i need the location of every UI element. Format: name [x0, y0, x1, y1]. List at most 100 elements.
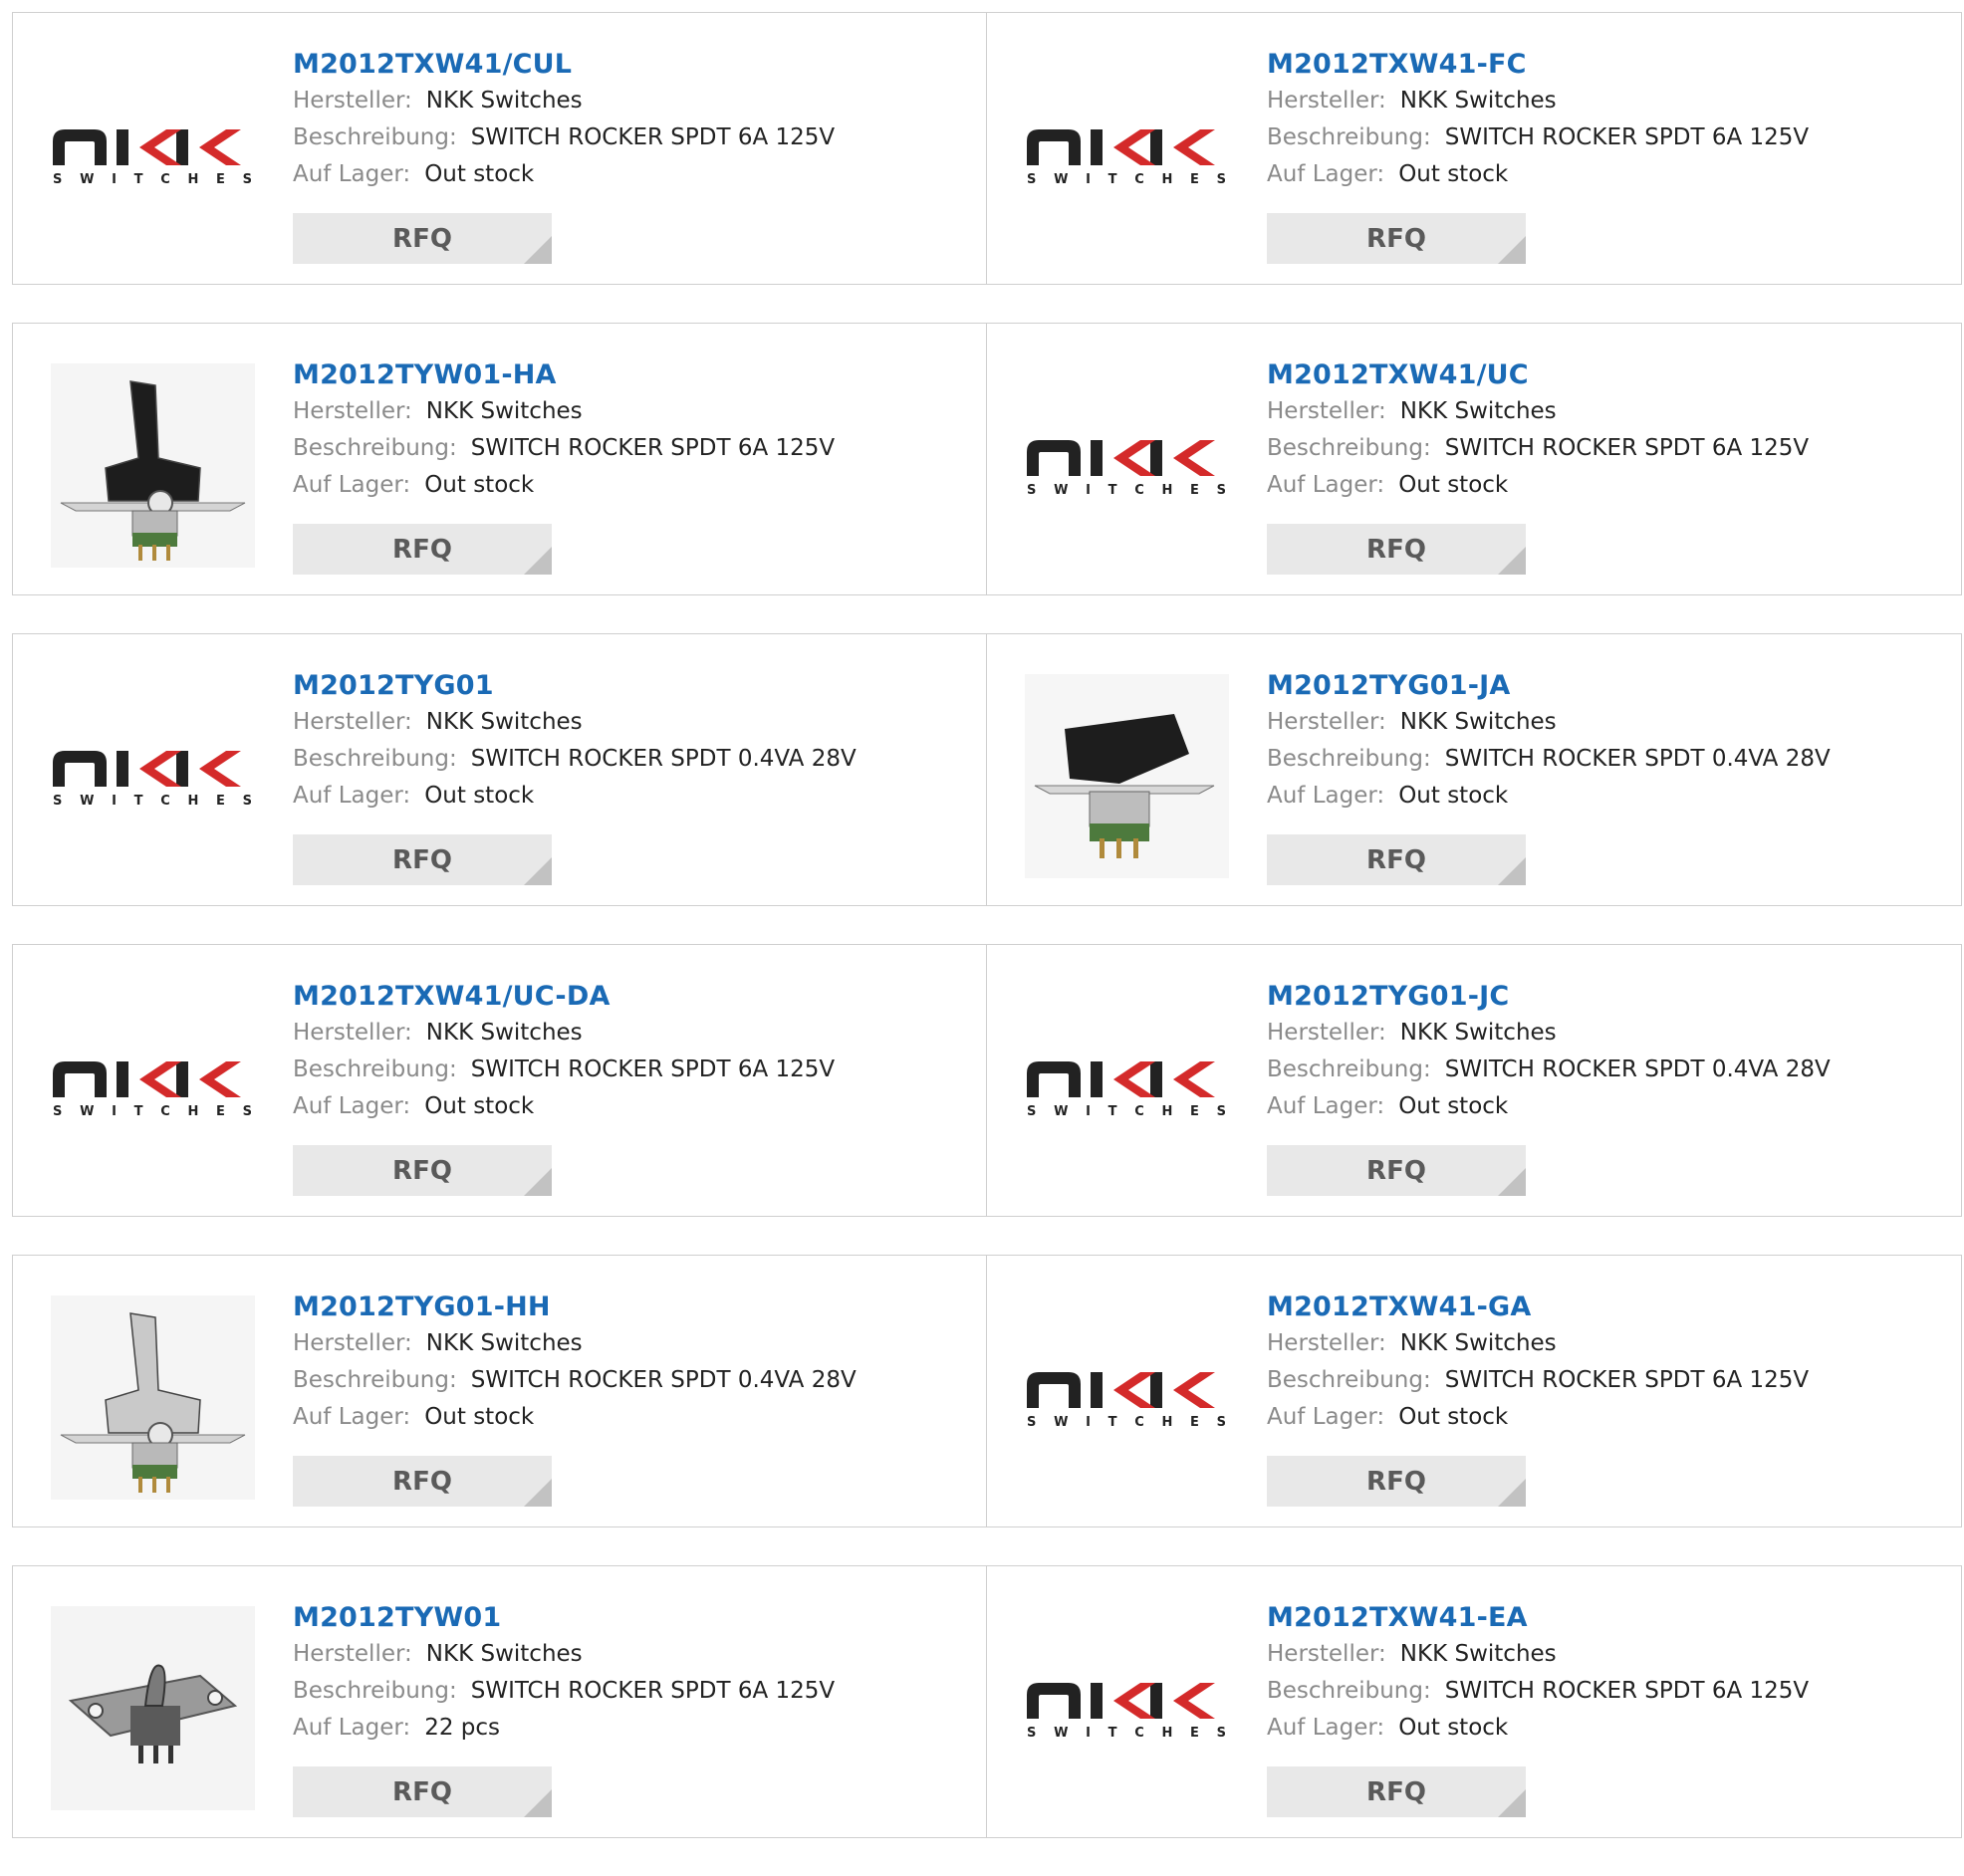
manufacturer-value: NKK Switches: [425, 398, 583, 424]
nkk-logo-image[interactable]: SWITCHES: [1025, 1295, 1229, 1500]
manufacturer-label: Hersteller:: [1267, 88, 1386, 114]
product-row: M2012TYW01 Hersteller: NKK Switches Besch…: [12, 1565, 1962, 1838]
product-title-link[interactable]: M2012TXW41/CUL: [293, 47, 966, 83]
description-value: SWITCH ROCKER SPDT 0.4VA 28V: [1444, 1056, 1831, 1082]
nkk-logo-image[interactable]: SWITCHES: [1025, 53, 1229, 257]
corner-triangle-icon: [1498, 1479, 1526, 1507]
nkk-logo-image[interactable]: SWITCHES: [51, 985, 255, 1189]
description-label: Beschreibung:: [1267, 124, 1431, 150]
product-title-link[interactable]: M2012TYW01: [293, 1600, 966, 1636]
product-info: M2012TXW41-GA Hersteller: NKK Switches Be…: [1267, 1290, 1941, 1436]
product-info: M2012TYG01-JA Hersteller: NKK Switches Be…: [1267, 668, 1941, 815]
manufacturer-row: Hersteller: NKK Switches: [293, 1325, 966, 1362]
rfq-button[interactable]: RFQ: [293, 1456, 552, 1507]
stock-value: Out stock: [1398, 472, 1509, 498]
corner-triangle-icon: [524, 1789, 552, 1817]
description-row: Beschreibung: SWITCH ROCKER SPDT 0.4VA 28…: [293, 1362, 966, 1399]
rfq-button[interactable]: RFQ: [293, 834, 552, 885]
product-title-link[interactable]: M2012TYG01-JC: [1267, 979, 1941, 1015]
product-card: SWITCHES M2012TXW41-EA Hersteller: NKK Sw…: [987, 1565, 1962, 1838]
svg-text:SWITCHES: SWITCHES: [1027, 1415, 1226, 1430]
rfq-label: RFQ: [1366, 223, 1426, 254]
rfq-button[interactable]: RFQ: [1267, 1456, 1526, 1507]
rfq-label: RFQ: [392, 223, 452, 254]
description-row: Beschreibung: SWITCH ROCKER SPDT 6A 125V: [1267, 119, 1941, 156]
stock-label: Auf Lager:: [293, 783, 411, 809]
product-title-link[interactable]: M2012TYG01-JA: [1267, 668, 1941, 704]
rfq-button[interactable]: RFQ: [1267, 1766, 1526, 1817]
stock-row: Auf Lager: Out stock: [293, 778, 966, 815]
rfq-label: RFQ: [1366, 844, 1426, 875]
product-card: SWITCHES M2012TXW41/UC Hersteller: NKK Sw…: [987, 323, 1962, 595]
description-value: SWITCH ROCKER SPDT 6A 125V: [1444, 1367, 1810, 1393]
manufacturer-label: Hersteller:: [1267, 709, 1386, 735]
manufacturer-value: NKK Switches: [1399, 88, 1557, 114]
nkk-logo-icon: SWITCHES: [53, 1060, 252, 1119]
switch-photo-image[interactable]: [51, 1606, 255, 1810]
stock-value: Out stock: [1398, 1715, 1509, 1741]
description-row: Beschreibung: SWITCH ROCKER SPDT 0.4VA 28…: [1267, 1052, 1941, 1088]
switch-photo-image[interactable]: [1025, 674, 1229, 878]
rfq-button[interactable]: RFQ: [1267, 524, 1526, 575]
manufacturer-row: Hersteller: NKK Switches: [1267, 1636, 1941, 1673]
stock-value: 22 pcs: [424, 1715, 500, 1741]
description-label: Beschreibung:: [293, 1367, 457, 1393]
nkk-logo-image[interactable]: SWITCHES: [1025, 1606, 1229, 1810]
rfq-button[interactable]: RFQ: [293, 213, 552, 264]
nkk-logo-image[interactable]: SWITCHES: [1025, 363, 1229, 568]
rfq-button[interactable]: RFQ: [1267, 213, 1526, 264]
manufacturer-label: Hersteller:: [1267, 1330, 1386, 1356]
nkk-logo-image[interactable]: SWITCHES: [1025, 985, 1229, 1189]
product-title-link[interactable]: M2012TXW41-EA: [1267, 1600, 1941, 1636]
manufacturer-value: NKK Switches: [1399, 1020, 1557, 1046]
product-title-link[interactable]: M2012TXW41-FC: [1267, 47, 1941, 83]
product-title-link[interactable]: M2012TYG01: [293, 668, 966, 704]
manufacturer-label: Hersteller:: [293, 1641, 412, 1667]
stock-value: Out stock: [1398, 783, 1509, 809]
switch-photo-image[interactable]: [51, 363, 255, 568]
description-row: Beschreibung: SWITCH ROCKER SPDT 6A 125V: [293, 1673, 966, 1710]
product-card: M2012TYG01-HH Hersteller: NKK Switches Be…: [12, 1255, 987, 1527]
nkk-logo-icon: SWITCHES: [1027, 1371, 1226, 1430]
product-title-link[interactable]: M2012TXW41/UC: [1267, 357, 1941, 393]
description-row: Beschreibung: SWITCH ROCKER SPDT 0.4VA 28…: [1267, 741, 1941, 778]
stock-row: Auf Lager: Out stock: [1267, 778, 1941, 815]
rfq-button[interactable]: RFQ: [1267, 1145, 1526, 1196]
description-row: Beschreibung: SWITCH ROCKER SPDT 6A 125V: [293, 1052, 966, 1088]
stock-label: Auf Lager:: [1267, 1404, 1385, 1430]
description-label: Beschreibung:: [1267, 1678, 1431, 1704]
product-card: SWITCHES M2012TXW41/UC-DA Hersteller: NKK…: [12, 944, 987, 1217]
rfq-button[interactable]: RFQ: [293, 1145, 552, 1196]
stock-value: Out stock: [424, 783, 535, 809]
nkk-logo-image[interactable]: SWITCHES: [51, 53, 255, 257]
switch-photo-image[interactable]: [51, 1295, 255, 1500]
corner-triangle-icon: [524, 857, 552, 885]
rfq-label: RFQ: [1366, 1155, 1426, 1186]
product-title-link[interactable]: M2012TYG01-HH: [293, 1290, 966, 1325]
manufacturer-row: Hersteller: NKK Switches: [293, 393, 966, 430]
product-title-link[interactable]: M2012TXW41-GA: [1267, 1290, 1941, 1325]
product-row: SWITCHES M2012TYG01 Hersteller: NKK Switc…: [12, 633, 1962, 906]
product-info: M2012TXW41-EA Hersteller: NKK Switches Be…: [1267, 1600, 1941, 1747]
corner-triangle-icon: [1498, 1789, 1526, 1817]
product-title-link[interactable]: M2012TYW01-HA: [293, 357, 966, 393]
product-grid: SWITCHES M2012TXW41/CUL Hersteller: NKK S…: [12, 12, 1962, 1876]
rfq-button[interactable]: RFQ: [293, 524, 552, 575]
description-value: SWITCH ROCKER SPDT 6A 125V: [470, 435, 836, 461]
corner-triangle-icon: [1498, 1168, 1526, 1196]
stock-row: Auf Lager: Out stock: [293, 156, 966, 193]
manufacturer-row: Hersteller: NKK Switches: [293, 83, 966, 119]
description-value: SWITCH ROCKER SPDT 6A 125V: [1444, 124, 1810, 150]
rfq-button[interactable]: RFQ: [293, 1766, 552, 1817]
product-title-link[interactable]: M2012TXW41/UC-DA: [293, 979, 966, 1015]
description-row: Beschreibung: SWITCH ROCKER SPDT 0.4VA 28…: [293, 741, 966, 778]
manufacturer-value: NKK Switches: [1399, 398, 1557, 424]
rfq-button[interactable]: RFQ: [1267, 834, 1526, 885]
stock-value: Out stock: [424, 1404, 535, 1430]
manufacturer-row: Hersteller: NKK Switches: [1267, 83, 1941, 119]
manufacturer-label: Hersteller:: [293, 398, 412, 424]
nkk-logo-image[interactable]: SWITCHES: [51, 674, 255, 878]
stock-label: Auf Lager:: [1267, 472, 1385, 498]
corner-triangle-icon: [524, 547, 552, 575]
description-row: Beschreibung: SWITCH ROCKER SPDT 6A 125V: [1267, 1362, 1941, 1399]
